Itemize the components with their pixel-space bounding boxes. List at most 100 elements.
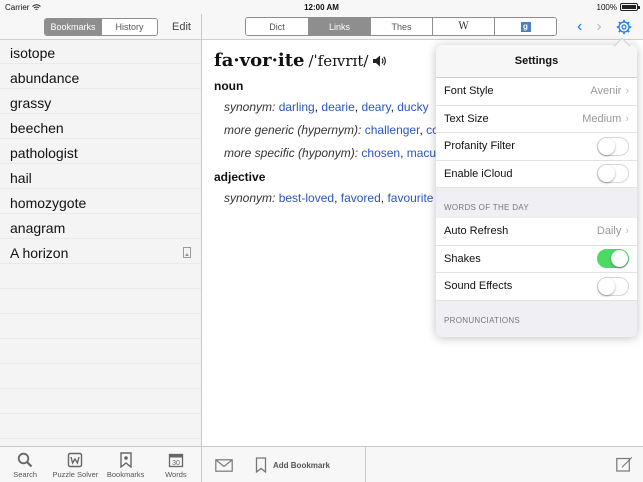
- setting-sound-effects: Sound Effects: [436, 273, 637, 301]
- link[interactable]: challenger: [365, 123, 420, 137]
- setting-label: Text Size: [444, 112, 489, 125]
- settings-group: Font Style Avenir › Text Size Medium › Pro…: [436, 78, 637, 188]
- list-item[interactable]: hail: [0, 165, 201, 190]
- sense-label: more specific (hyponym):: [224, 146, 359, 160]
- google-icon: g: [520, 21, 531, 32]
- list-item[interactable]: A horizon: [0, 240, 201, 265]
- tab-thes[interactable]: Thes: [370, 18, 432, 35]
- link[interactable]: deary: [361, 100, 390, 114]
- section-header: PRONUNCIATIONS: [444, 315, 521, 325]
- left-pane: Bookmarks History Edit isotope abundance…: [0, 14, 202, 446]
- section-header: WORDS OF THE DAY: [444, 203, 529, 212]
- status-left: Carrier: [5, 2, 42, 12]
- list-item-label: anagram: [10, 219, 66, 236]
- profanity-filter-toggle[interactable]: [597, 136, 629, 156]
- bookmark-icon: [119, 452, 132, 468]
- settings-group: Auto Refresh Daily › Shakes Sound Effects: [436, 218, 637, 301]
- list-item[interactable]: anagram: [0, 215, 201, 240]
- tab-wikipedia[interactable]: W: [432, 18, 494, 35]
- puzzle-w-icon: [68, 452, 83, 468]
- link[interactable]: favored: [341, 191, 381, 205]
- setting-shakes: Shakes: [436, 246, 637, 273]
- gear-icon[interactable]: [616, 19, 632, 35]
- status-right: 100%: [596, 2, 640, 12]
- link[interactable]: darling: [279, 100, 315, 114]
- calendar-icon: 30: [168, 453, 184, 468]
- edit-button[interactable]: Edit: [172, 21, 191, 33]
- tab-bar: Search Puzzle Solver Bookmarks 30 Words: [0, 447, 202, 482]
- status-bar: Carrier 12:00 AM 100%: [0, 0, 643, 14]
- setting-enable-icloud: Enable iCloud: [436, 161, 637, 188]
- setting-font-style[interactable]: Font Style Avenir ›: [436, 78, 637, 106]
- mail-icon[interactable]: [215, 458, 233, 472]
- compose-icon[interactable]: [616, 456, 633, 472]
- setting-label: Enable iCloud: [444, 167, 513, 180]
- back-arrow-icon[interactable]: ‹: [577, 18, 582, 36]
- list-item[interactable]: isotope: [0, 40, 201, 65]
- word-list: isotope abundance grassy beechen patholo…: [0, 40, 201, 265]
- list-item[interactable]: abundance: [0, 65, 201, 90]
- wikipedia-icon: W: [458, 21, 469, 32]
- segment-history[interactable]: History: [101, 18, 157, 35]
- battery-percent: 100%: [596, 2, 617, 12]
- speaker-icon[interactable]: [372, 54, 388, 68]
- add-bookmark-button[interactable]: Add Bookmark: [255, 457, 330, 473]
- settings-title: Settings: [436, 45, 637, 78]
- status-time: 12:00 AM: [304, 2, 339, 12]
- list-item-label: abundance: [10, 69, 80, 86]
- wifi-icon: [32, 3, 42, 10]
- tab-links[interactable]: Links: [308, 18, 370, 35]
- setting-text-size[interactable]: Text Size Medium ›: [436, 106, 637, 133]
- tab-words[interactable]: 30 Words: [151, 452, 201, 479]
- list-item[interactable]: grassy: [0, 90, 201, 115]
- link[interactable]: chosen: [361, 146, 400, 160]
- pronunciation: /ˈfeɪvrɪt/: [308, 51, 369, 70]
- setting-label: Font Style: [444, 85, 494, 98]
- list-item-label: beechen: [10, 119, 64, 136]
- tab-bookmarks[interactable]: Bookmarks: [101, 452, 151, 479]
- setting-profanity-filter: Profanity Filter: [436, 133, 637, 161]
- settings-popover: Settings Font Style Avenir › Text Size Me…: [436, 45, 637, 337]
- setting-auto-refresh[interactable]: Auto Refresh Daily ›: [436, 218, 637, 246]
- tab-search[interactable]: Search: [0, 452, 50, 479]
- carrier-label: Carrier: [5, 2, 30, 12]
- shakes-toggle[interactable]: [597, 249, 629, 269]
- sense-label: synonym:: [224, 191, 276, 205]
- tab-dict[interactable]: Dict: [246, 18, 308, 35]
- chevron-right-icon: ›: [625, 225, 629, 238]
- calendar-day: 30: [172, 460, 180, 467]
- tab-label: Search: [13, 470, 37, 479]
- link[interactable]: ducky: [397, 100, 428, 114]
- list-item[interactable]: beechen: [0, 115, 201, 140]
- list-item-label: hail: [10, 169, 32, 186]
- sound-effects-toggle[interactable]: [597, 276, 629, 296]
- link[interactable]: best-loved: [279, 191, 334, 205]
- list-item-label: homozygote: [10, 194, 87, 211]
- segment-bookmarks[interactable]: Bookmarks: [45, 18, 101, 35]
- list-item[interactable]: homozygote: [0, 190, 201, 215]
- list-item-label: A horizon: [10, 244, 69, 261]
- toolbar-divider: [365, 447, 366, 482]
- headword: fa·vor·ite: [214, 50, 305, 71]
- forward-arrow-icon[interactable]: ›: [596, 18, 601, 36]
- link[interactable]: favourite: [387, 191, 433, 205]
- tab-label: Bookmarks: [106, 470, 145, 479]
- sense-label: more generic (hypernym):: [224, 123, 362, 137]
- tab-puzzle-solver[interactable]: Puzzle Solver: [50, 452, 100, 479]
- battery-fill: [622, 5, 636, 9]
- link[interactable]: dearie: [321, 100, 354, 114]
- list-item-label: grassy: [10, 94, 52, 111]
- tab-google[interactable]: g: [494, 18, 556, 35]
- list-item[interactable]: pathologist: [0, 140, 201, 165]
- enable-icloud-toggle[interactable]: [597, 164, 629, 184]
- bottom-right-toolbar: Add Bookmark: [203, 447, 643, 482]
- bottom-bar: Search Puzzle Solver Bookmarks 30 Words …: [0, 446, 643, 482]
- setting-value: Medium: [582, 112, 622, 125]
- setting-label: Shakes: [444, 252, 481, 265]
- bookmarks-history-segment: Bookmarks History: [44, 17, 158, 36]
- left-toolbar: Bookmarks History Edit: [0, 14, 201, 40]
- source-tabs: Dict Links Thes W g: [245, 17, 557, 36]
- tab-label: Puzzle Solver: [52, 470, 99, 479]
- add-bookmark-label: Add Bookmark: [273, 460, 330, 470]
- chevron-right-icon: ›: [625, 112, 629, 125]
